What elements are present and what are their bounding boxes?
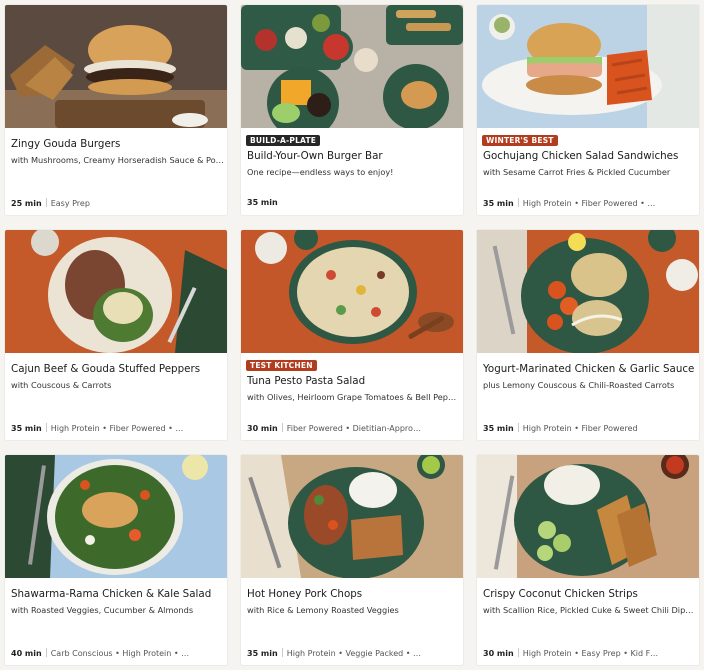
- recipe-subtitle: with Olives, Heirloom Grape Tomatoes & B…: [247, 392, 461, 402]
- recipe-photo[interactable]: [5, 455, 227, 578]
- cook-time: 35 min: [483, 424, 514, 433]
- cook-time: 35 min: [483, 199, 514, 208]
- cook-time: 35 min: [11, 424, 42, 433]
- cook-time: 25 min: [11, 199, 42, 208]
- recipe-title[interactable]: Tuna Pesto Pasta Salad: [247, 375, 459, 388]
- recipe-card[interactable]: Crispy Coconut Chicken Strips with Scall…: [477, 455, 699, 665]
- recipe-subtitle: with Mushrooms, Creamy Horseradish Sauce…: [11, 155, 225, 165]
- recipe-tags: High Protein • Easy Prep • Kid F…: [522, 649, 659, 658]
- recipe-photo[interactable]: [477, 5, 699, 128]
- recipe-tags: High Protein • Fiber Powered: [522, 424, 638, 433]
- recipe-title[interactable]: Crispy Coconut Chicken Strips: [483, 588, 695, 601]
- cook-time: 40 min: [11, 649, 42, 658]
- recipe-card[interactable]: Yogurt-Marinated Chicken & Garlic Sauce …: [477, 230, 699, 440]
- recipe-title[interactable]: Hot Honey Pork Chops: [247, 588, 459, 601]
- divider: [517, 423, 519, 432]
- recipe-badge: WINTER'S BEST: [482, 135, 558, 146]
- recipe-meta: 25 min Easy Prep: [11, 198, 225, 208]
- divider: [45, 423, 47, 432]
- recipe-subtitle: with Couscous & Carrots: [11, 380, 112, 390]
- recipe-grid: Zingy Gouda Burgers with Mushrooms, Crea…: [0, 0, 704, 670]
- recipe-subtitle: with Scallion Rice, Pickled Cuke & Sweet…: [483, 605, 697, 615]
- recipe-tags: High Protein • Fiber Powered • …: [50, 424, 184, 433]
- recipe-title[interactable]: Build-Your-Own Burger Bar: [247, 150, 459, 163]
- recipe-photo[interactable]: [477, 230, 699, 353]
- recipe-subtitle: with Roasted Veggies, Cucumber & Almonds: [11, 605, 194, 615]
- recipe-card[interactable]: BUILD-A-PLATE Build-Your-Own Burger Bar …: [241, 5, 463, 215]
- recipe-tags: High Protein • Fiber Powered • …: [522, 199, 656, 208]
- recipe-meta: 35 min High Protein • Veggie Packed • …: [247, 648, 461, 658]
- divider: [45, 198, 47, 207]
- recipe-title[interactable]: Zingy Gouda Burgers: [11, 138, 223, 151]
- recipe-tags: High Protein • Veggie Packed • …: [286, 649, 422, 658]
- recipe-tags: Easy Prep: [50, 199, 90, 208]
- recipe-title[interactable]: Gochujang Chicken Salad Sandwiches: [483, 150, 695, 163]
- divider: [281, 423, 283, 432]
- recipe-photo[interactable]: [477, 455, 699, 578]
- divider: [281, 648, 283, 657]
- recipe-meta: 35 min High Protein • Fiber Powered • …: [11, 423, 225, 433]
- recipe-subtitle: with Sesame Carrot Fries & Pickled Cucum…: [483, 167, 671, 177]
- recipe-title[interactable]: Shawarma-Rama Chicken & Kale Salad: [11, 588, 223, 601]
- recipe-subtitle: plus Lemony Couscous & Chili-Roasted Car…: [483, 380, 675, 390]
- recipe-photo[interactable]: [241, 230, 463, 353]
- recipe-meta: 35 min High Protein • Fiber Powered • …: [483, 198, 697, 208]
- recipe-photo[interactable]: [241, 455, 463, 578]
- recipe-meta: 40 min Carb Conscious • High Protein • …: [11, 648, 225, 658]
- recipe-photo[interactable]: [5, 5, 227, 128]
- recipe-title[interactable]: Cajun Beef & Gouda Stuffed Peppers: [11, 363, 223, 376]
- cook-time: 30 min: [483, 649, 514, 658]
- recipe-subtitle: One recipe—endless ways to enjoy!: [247, 167, 394, 177]
- recipe-meta: 35 min: [247, 198, 461, 207]
- recipe-meta: 30 min High Protein • Easy Prep • Kid F…: [483, 648, 697, 658]
- cook-time: 35 min: [247, 198, 278, 207]
- recipe-card[interactable]: TEST KITCHEN Tuna Pesto Pasta Salad with…: [241, 230, 463, 440]
- cook-time: 30 min: [247, 424, 278, 433]
- divider: [517, 198, 519, 207]
- recipe-meta: 30 min Fiber Powered • Dietitian-Appro…: [247, 423, 461, 433]
- divider: [45, 648, 47, 657]
- recipe-card[interactable]: Shawarma-Rama Chicken & Kale Salad with …: [5, 455, 227, 665]
- recipe-photo[interactable]: [5, 230, 227, 353]
- recipe-tags: Carb Conscious • High Protein • …: [50, 649, 190, 658]
- recipe-subtitle: with Rice & Lemony Roasted Veggies: [247, 605, 399, 615]
- recipe-meta: 35 min High Protein • Fiber Powered: [483, 423, 697, 433]
- recipe-card[interactable]: Hot Honey Pork Chops with Rice & Lemony …: [241, 455, 463, 665]
- recipe-card[interactable]: Zingy Gouda Burgers with Mushrooms, Crea…: [5, 5, 227, 215]
- recipe-photo[interactable]: [241, 5, 463, 128]
- cook-time: 35 min: [247, 649, 278, 658]
- divider: [517, 648, 519, 657]
- recipe-card[interactable]: WINTER'S BEST Gochujang Chicken Salad Sa…: [477, 5, 699, 215]
- recipe-badge: TEST KITCHEN: [246, 360, 317, 371]
- recipe-tags: Fiber Powered • Dietitian-Appro…: [286, 424, 421, 433]
- recipe-badge: BUILD-A-PLATE: [246, 135, 321, 146]
- recipe-card[interactable]: Cajun Beef & Gouda Stuffed Peppers with …: [5, 230, 227, 440]
- recipe-title[interactable]: Yogurt-Marinated Chicken & Garlic Sauce: [483, 363, 695, 376]
